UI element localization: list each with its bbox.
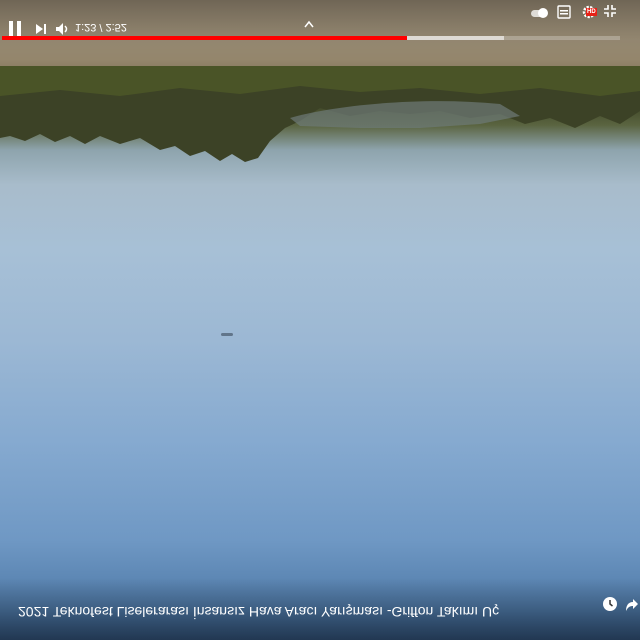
toggle-knob [538, 7, 548, 18]
subtitles-button[interactable] [556, 4, 572, 20]
video-title[interactable]: 2021 Teknofest Liselerarası İnsansız Hav… [0, 600, 500, 620]
time-separator: / [99, 21, 103, 33]
clock-icon [603, 597, 617, 611]
progress-played [2, 36, 407, 40]
hd-badge: HD [586, 8, 597, 16]
video-player[interactable]: 1:23 / 2:52 HD 2021 Teknofest Liselerara… [0, 0, 640, 640]
share-icon [626, 599, 638, 611]
treeline [0, 66, 640, 162]
volume-icon [56, 23, 68, 35]
share-button[interactable] [624, 596, 640, 614]
chevron-up-icon [304, 20, 314, 28]
watch-later-button[interactable] [600, 594, 620, 614]
duration: 2:52 [105, 21, 127, 33]
exit-fullscreen-icon [604, 5, 616, 17]
control-bar: 1:23 / 2:52 HD [0, 0, 640, 60]
next-icon [36, 24, 46, 34]
drone-speck [221, 333, 233, 336]
subtitles-icon [557, 5, 571, 19]
time-display: 1:23 / 2:52 [75, 21, 127, 33]
video-frame[interactable] [0, 0, 640, 640]
pause-icon [9, 21, 13, 37]
current-time: 1:23 [75, 21, 97, 33]
exit-fullscreen-button[interactable] [602, 3, 618, 19]
toggle-icon [531, 7, 548, 18]
progress-bar[interactable] [2, 36, 620, 40]
autoplay-toggle[interactable] [530, 7, 548, 18]
chevron-up-button[interactable] [302, 18, 316, 30]
pause-icon-bar [17, 21, 21, 37]
